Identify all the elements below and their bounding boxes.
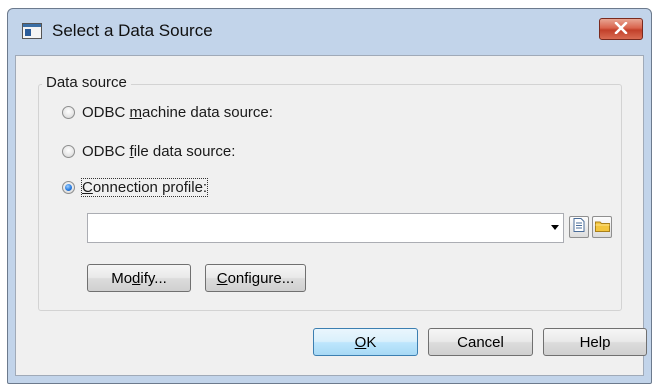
properties-button[interactable]: [569, 216, 589, 238]
connection-profile-combo[interactable]: [87, 213, 564, 243]
close-button[interactable]: [599, 18, 643, 40]
window-icon: [22, 23, 42, 39]
folder-icon: [594, 219, 610, 236]
radio-odbc-file[interactable]: ODBC file data source:: [62, 143, 235, 160]
chevron-down-icon[interactable]: [551, 225, 559, 230]
dialog-window: Select a Data Source Data source ODBC ma…: [7, 8, 652, 384]
dialog-body: Data source ODBC machine data source: OD…: [15, 55, 647, 376]
radio-label-connection-profile: Connection profile:: [80, 178, 209, 197]
radio-odbc-machine[interactable]: ODBC machine data source:: [62, 104, 273, 121]
ok-label: OK: [354, 333, 377, 351]
configure-button[interactable]: Configure...: [205, 264, 306, 292]
modify-label: Modify...: [111, 269, 167, 287]
ok-button[interactable]: OK: [313, 328, 418, 356]
radio-button[interactable]: [62, 106, 75, 119]
window-title: Select a Data Source: [52, 21, 213, 40]
modify-button[interactable]: Modify...: [87, 264, 191, 292]
radio-button[interactable]: [62, 145, 75, 158]
title-bar[interactable]: Select a Data Source: [8, 9, 651, 53]
group-legend: Data source: [42, 74, 131, 91]
properties-icon: [573, 218, 585, 236]
browse-button[interactable]: [592, 216, 612, 238]
radio-label-odbc-file: ODBC file data source:: [82, 143, 236, 160]
close-icon: [614, 21, 628, 38]
help-button[interactable]: Help: [543, 328, 647, 356]
configure-label: Configure...: [216, 269, 295, 287]
radio-label-odbc-machine: ODBC machine data source:: [82, 104, 273, 121]
cancel-button[interactable]: Cancel: [428, 328, 533, 356]
radio-button-selected[interactable]: [62, 181, 75, 194]
radio-connection-profile[interactable]: Connection profile:: [62, 178, 209, 197]
